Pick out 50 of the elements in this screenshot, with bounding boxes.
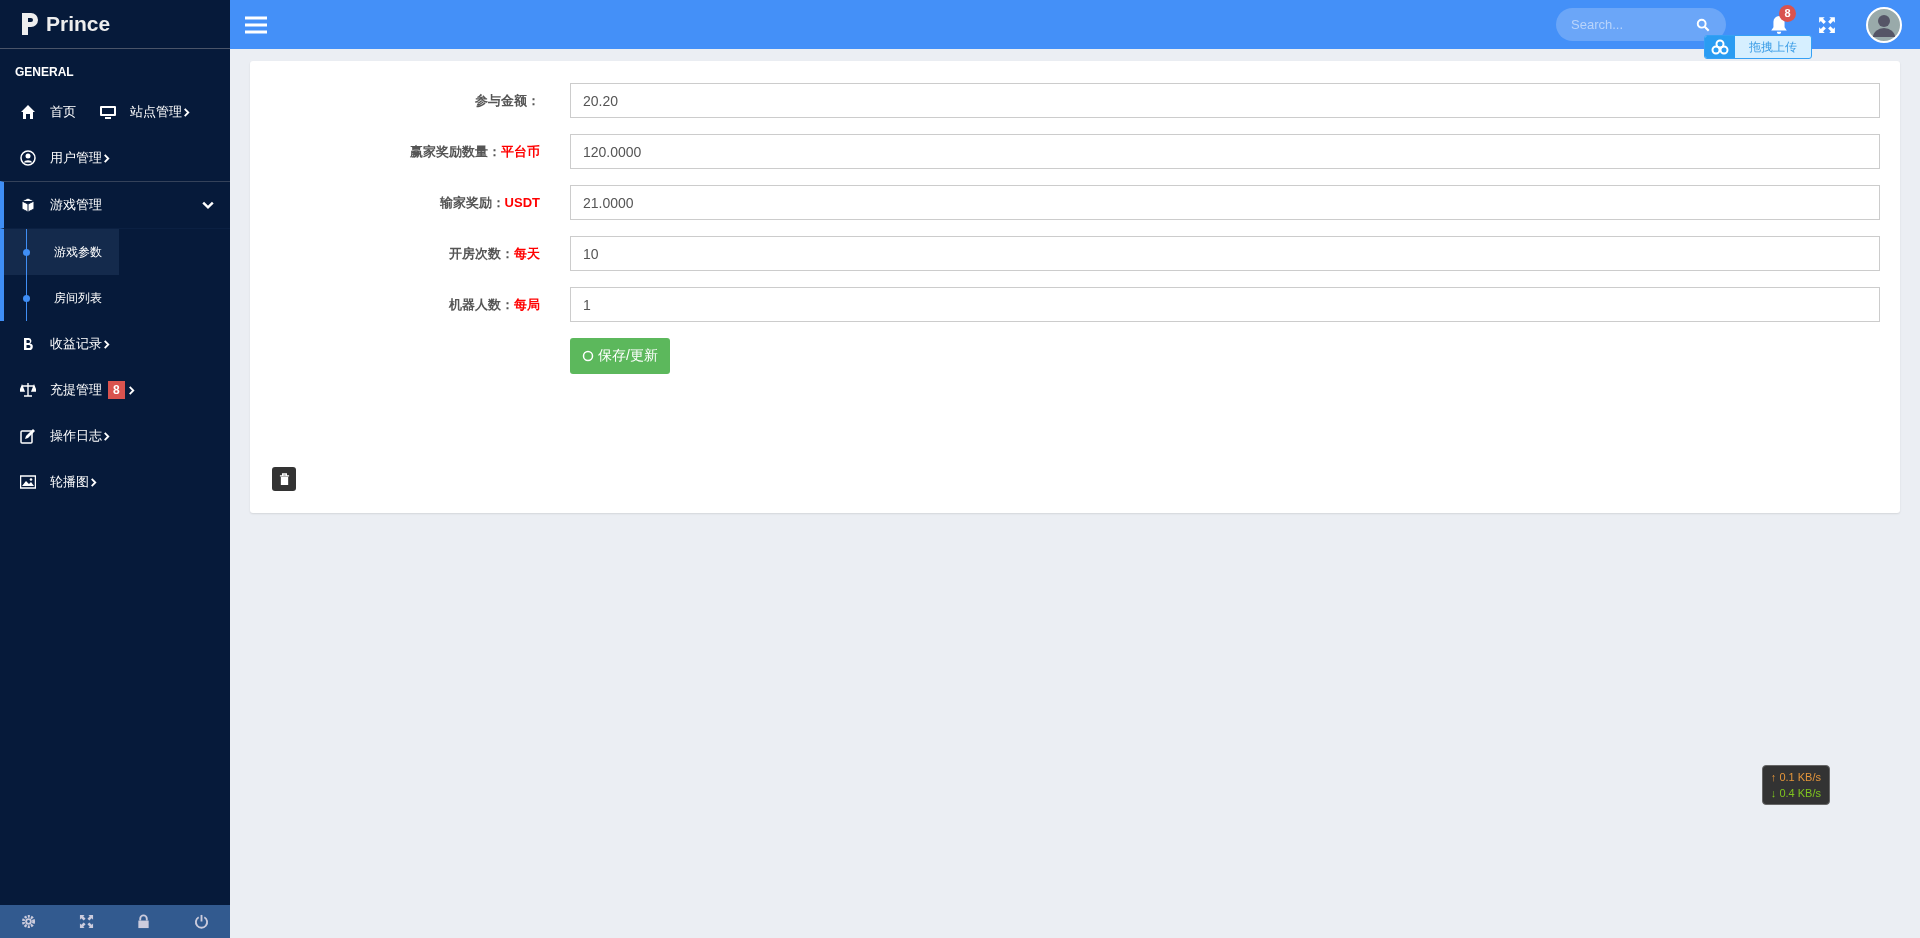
sidebar-item[interactable]: 游戏管理 bbox=[20, 196, 214, 214]
sidebar-item[interactable]: 轮播图 bbox=[20, 473, 98, 491]
trash-button[interactable] bbox=[272, 467, 296, 491]
sidebar-item[interactable]: 收益记录 bbox=[20, 335, 111, 353]
sidebar-item[interactable]: 用户管理 bbox=[20, 149, 111, 167]
input-field[interactable]: 21.0000 bbox=[570, 185, 1880, 220]
field-label: 参与金额： bbox=[475, 92, 540, 108]
unit-label: USDT bbox=[504, 194, 540, 210]
logo-icon bbox=[20, 11, 40, 37]
sidebar-item[interactable]: 操作日志 bbox=[20, 427, 111, 445]
settings-icon[interactable] bbox=[21, 914, 37, 929]
scale-icon bbox=[20, 382, 36, 398]
edit-icon bbox=[20, 428, 36, 444]
field-label: 开房次数： bbox=[449, 245, 514, 261]
fullscreen-icon[interactable] bbox=[78, 914, 94, 929]
cube-icon bbox=[20, 197, 36, 213]
upload-speed: ↑ 0.1 KB/s bbox=[1770, 770, 1821, 785]
field-label: 赢家奖励数量： bbox=[410, 143, 501, 159]
sidebar-item[interactable]: 首页 bbox=[20, 103, 76, 121]
field-label: 输家奖励： bbox=[439, 194, 505, 210]
submenu-item[interactable]: 游戏参数 bbox=[4, 229, 119, 275]
unit-label: 每天 bbox=[514, 245, 540, 261]
user-icon bbox=[20, 150, 36, 166]
fullscreen-icon[interactable] bbox=[1818, 15, 1836, 34]
submenu-item[interactable]: 房间列表 bbox=[4, 275, 119, 321]
count-badge: 8 bbox=[108, 381, 125, 399]
lock-icon[interactable] bbox=[136, 914, 152, 929]
input-field[interactable]: 1 bbox=[570, 287, 1880, 322]
brand-name: Prince bbox=[46, 12, 111, 36]
notification-badge: 8 bbox=[1779, 4, 1796, 22]
power-icon[interactable] bbox=[193, 914, 209, 929]
input-field[interactable]: 120.0000 bbox=[570, 134, 1880, 169]
unit-label: 平台币 bbox=[501, 143, 540, 159]
input-field[interactable]: 20.20 bbox=[570, 83, 1880, 118]
search-icon[interactable] bbox=[1696, 18, 1710, 32]
monitor-icon bbox=[100, 104, 116, 120]
search-field[interactable]: Search... bbox=[1556, 8, 1726, 41]
menu-icon[interactable] bbox=[245, 15, 267, 34]
avatar[interactable] bbox=[1866, 6, 1902, 43]
section-heading: GENERAL bbox=[14, 64, 75, 81]
input-field[interactable]: 10 bbox=[570, 236, 1880, 271]
cloud-icon bbox=[1705, 36, 1735, 58]
field-label: 机器人数： bbox=[449, 296, 514, 312]
sidebar-item[interactable]: 站点管理 bbox=[100, 103, 191, 121]
sidebar-item[interactable]: 充提管理 8 bbox=[20, 381, 136, 399]
trash-icon bbox=[278, 472, 290, 486]
unit-label: 每局 bbox=[514, 296, 540, 312]
download-speed: ↓ 0.4 KB/s bbox=[1770, 786, 1821, 801]
image-icon bbox=[20, 474, 36, 490]
home-icon bbox=[20, 104, 36, 120]
